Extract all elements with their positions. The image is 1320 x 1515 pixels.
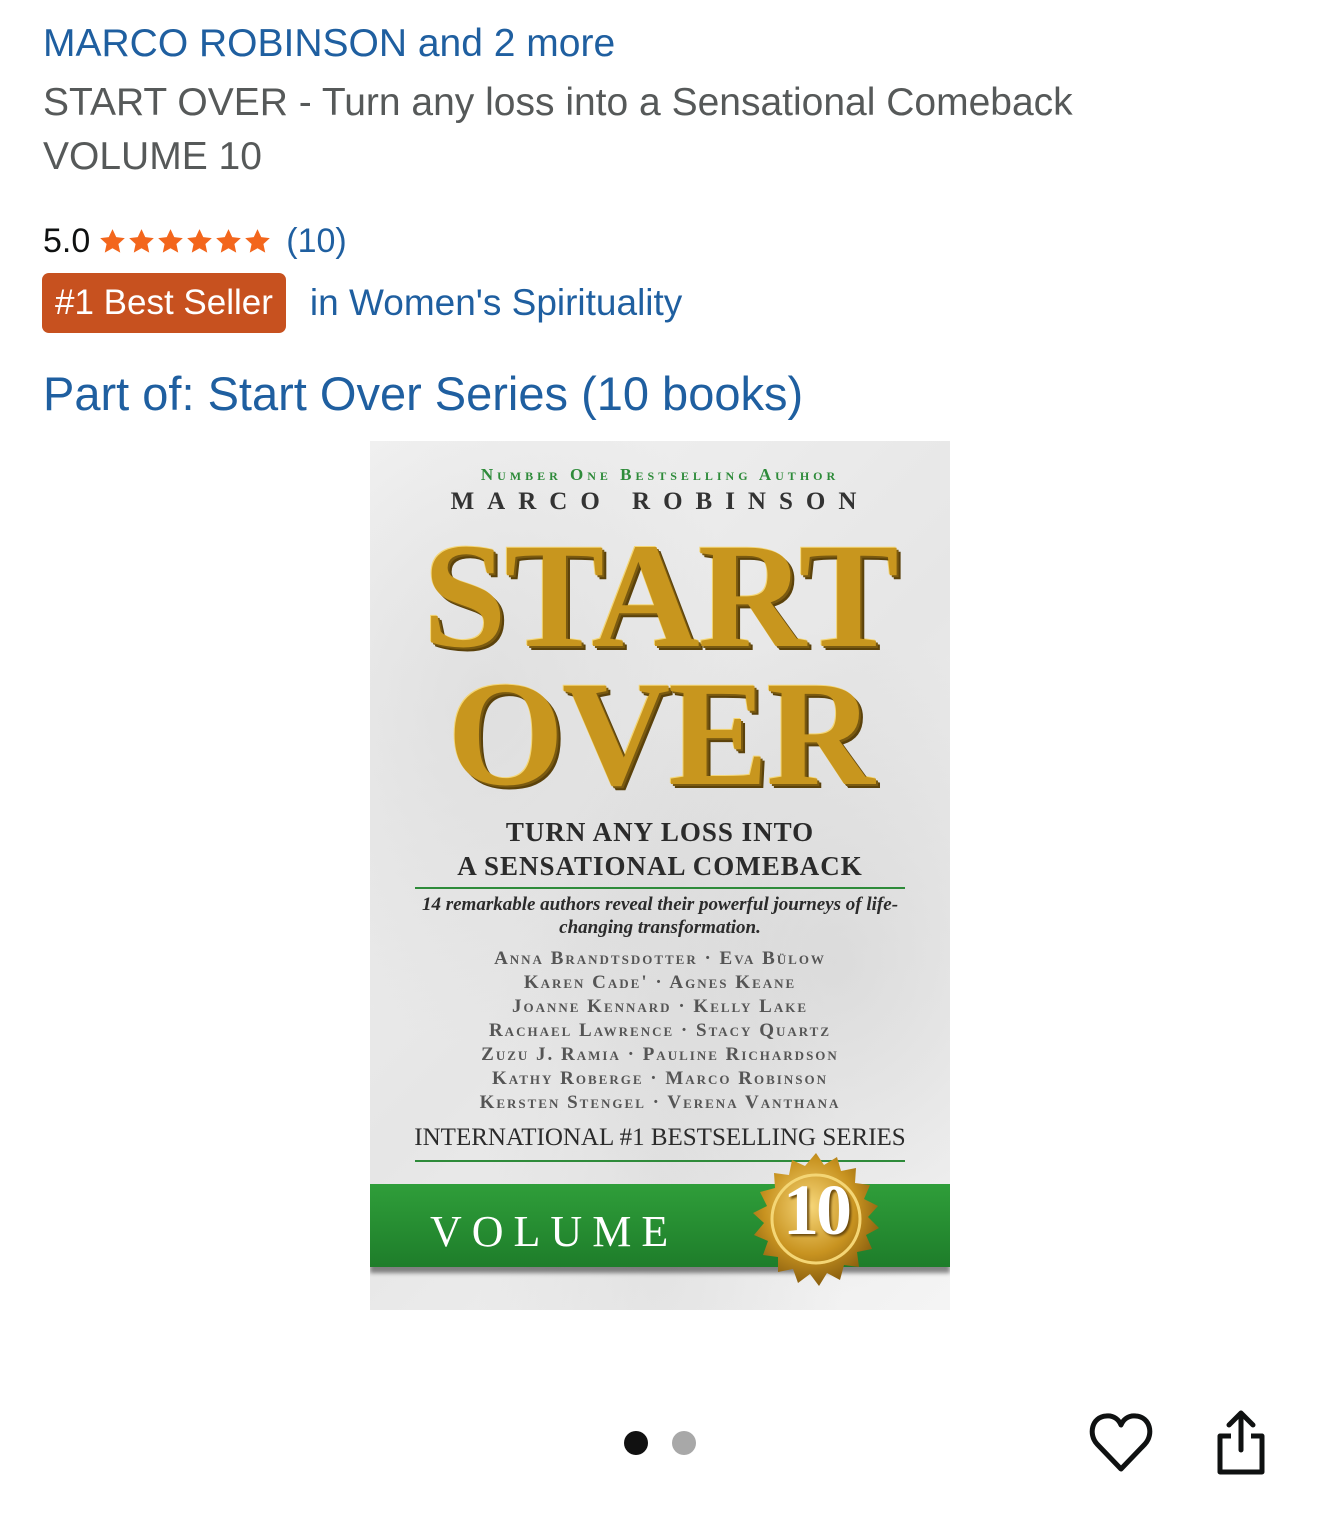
star-icon xyxy=(100,228,126,253)
contributor-line: Kersten Stengel · Verena Vanthana xyxy=(479,1092,841,1113)
bestseller-row: #1 Best Seller in Women's Spirituality xyxy=(42,273,682,333)
carousel-dot[interactable] xyxy=(672,1431,696,1455)
contributor-line: Karen Cade' · Agnes Keane xyxy=(523,972,797,993)
cover-subtitle-line2: A SENSATIONAL COMEBACK xyxy=(457,851,863,881)
contributor-line: Rachael Lawrence · Stacy Quartz xyxy=(488,1020,832,1041)
cover-tagline: Number One Bestselling Author xyxy=(480,465,840,484)
book-cover-image[interactable]: Number One Bestselling Author MARCO ROBI… xyxy=(370,441,950,1310)
contributor-line: Joanne Kennard · Kelly Lake xyxy=(511,996,808,1017)
cover-series-line: INTERNATIONAL #1 BESTSELLING SERIES xyxy=(414,1124,906,1151)
cover-volume-number: 10 xyxy=(783,1170,852,1250)
best-seller-badge[interactable]: #1 Best Seller xyxy=(42,273,286,333)
cover-title-over: OVER xyxy=(447,651,874,817)
rating-value: 5.0 xyxy=(43,221,91,260)
author-link[interactable]: MARCO ROBINSON and 2 more xyxy=(43,22,615,66)
series-link[interactable]: Part of: Start Over Series (10 books) xyxy=(43,366,803,421)
star-icon xyxy=(245,228,271,253)
contributor-line: Kathy Roberge · Marco Robinson xyxy=(492,1068,828,1089)
category-link[interactable]: in Women's Spirituality xyxy=(310,282,682,324)
star-icon xyxy=(216,228,242,253)
contributor-line: Anna Brandtsdotter · Eva Bülow xyxy=(494,948,826,969)
cover-contributors: Anna Brandtsdotter · Eva Bülow Karen Cad… xyxy=(390,947,930,1115)
star-icon xyxy=(158,228,184,253)
cover-volume-label: VOLUME xyxy=(430,1207,679,1256)
share-icon[interactable] xyxy=(1212,1410,1270,1476)
product-title: START OVER - Turn any loss into a Sensat… xyxy=(43,81,1073,178)
carousel-dots xyxy=(624,1431,720,1455)
contributor-line: Zuzu J. Ramia · Pauline Richardson xyxy=(481,1044,839,1065)
star-icon xyxy=(129,228,155,253)
cover-subtitle-line1: TURN ANY LOSS INTO xyxy=(505,817,815,847)
cover-author: MARCO ROBINSON xyxy=(450,488,870,515)
star-rating xyxy=(98,227,272,256)
cover-description: 14 remarkable authors reveal their power… xyxy=(421,894,899,938)
star-icon xyxy=(187,228,213,253)
heart-outline-icon[interactable] xyxy=(1089,1411,1153,1473)
cover-title-start: START xyxy=(423,513,899,679)
cover-divider xyxy=(415,887,905,889)
carousel-dot-active[interactable] xyxy=(624,1431,648,1455)
rating-count-link[interactable]: (10) xyxy=(286,222,346,261)
rating-row[interactable]: 5.0 (10) xyxy=(43,220,347,262)
